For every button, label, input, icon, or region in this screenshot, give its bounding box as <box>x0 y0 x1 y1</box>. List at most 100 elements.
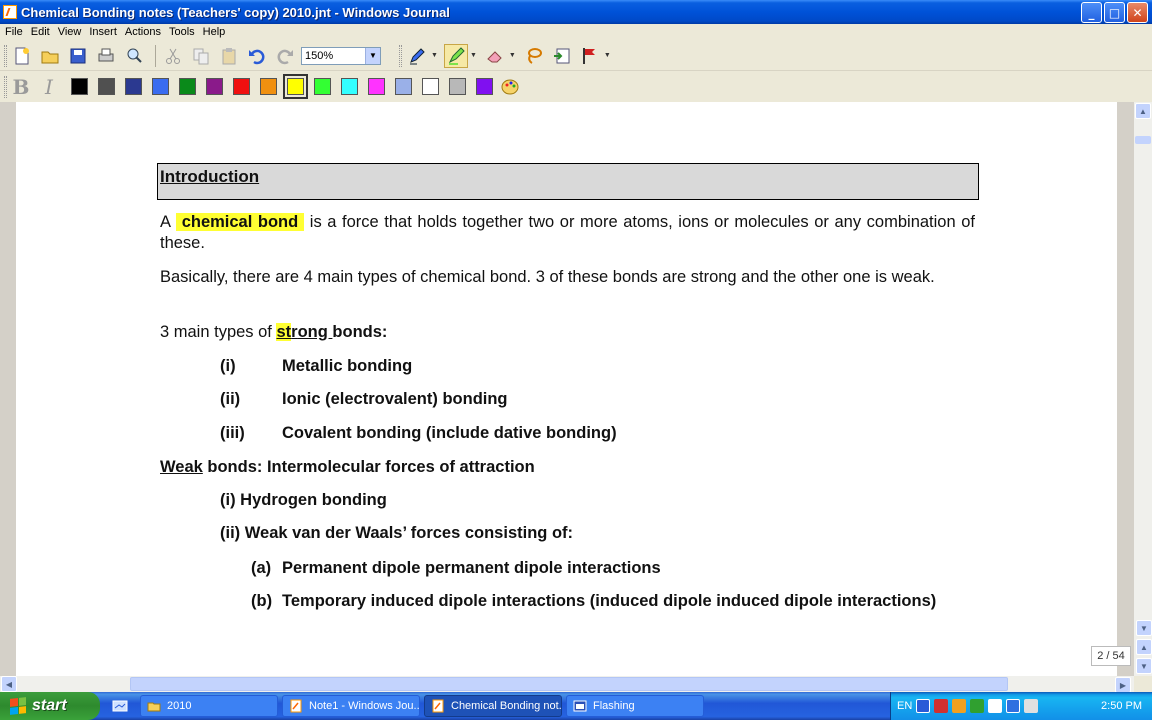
chevron-down-icon[interactable]: ▼ <box>365 47 380 64</box>
color-swatch-white[interactable] <box>422 78 439 95</box>
highlighter-icon <box>448 46 465 65</box>
toolbar-grip[interactable] <box>399 44 402 67</box>
close-button[interactable]: ✕ <box>1127 2 1148 23</box>
color-swatch-orange[interactable] <box>260 78 277 95</box>
toolbar-grip[interactable] <box>4 44 7 67</box>
network-icon[interactable] <box>916 699 931 713</box>
save-button[interactable] <box>66 44 90 68</box>
redo-button[interactable] <box>273 44 297 68</box>
menu-insert[interactable]: Insert <box>88 26 124 38</box>
maximize-button[interactable]: □ <box>1104 2 1125 23</box>
taskbar-item-flashing[interactable]: Flashing <box>566 695 704 717</box>
security-icon[interactable] <box>934 699 949 713</box>
cut-button[interactable] <box>161 44 185 68</box>
color-swatch-lime[interactable] <box>314 78 331 95</box>
list-item: (iii) <box>220 423 245 444</box>
menu-tools[interactable]: Tools <box>168 26 202 38</box>
flag-dropdown-icon[interactable]: ▼ <box>604 52 611 59</box>
print-button[interactable] <box>94 44 118 68</box>
italic-button[interactable]: I <box>38 75 60 99</box>
color-swatch-blue[interactable] <box>152 78 169 95</box>
p3-suffix: bonds: <box>332 323 388 341</box>
color-swatch-gray[interactable] <box>98 78 115 95</box>
scroll-left-icon[interactable]: ◀ <box>1 676 17 692</box>
undo-button[interactable] <box>245 44 269 68</box>
toolbar-grip[interactable] <box>4 75 7 98</box>
volume-icon[interactable] <box>1024 699 1039 713</box>
vertical-scroll-thumb[interactable] <box>1135 136 1151 144</box>
zoom-combobox[interactable]: 150% ▼ <box>301 46 381 65</box>
sub-list-number: (b) <box>251 592 273 610</box>
show-desktop-icon[interactable] <box>112 698 128 714</box>
color-swatch-violet[interactable] <box>476 78 493 95</box>
next-page-icon[interactable]: ▼ <box>1136 658 1152 674</box>
color-swatch-magenta[interactable] <box>368 78 385 95</box>
journal-app-icon[interactable] <box>3 5 17 19</box>
color-swatch-yellow-selected[interactable] <box>283 74 308 99</box>
color-swatch-purple[interactable] <box>206 78 223 95</box>
weak-bonds-heading: Weak bonds: Intermolecular forces of att… <box>160 457 535 478</box>
redo-arrow-icon <box>277 49 293 64</box>
custom-color-button[interactable] <box>498 75 522 99</box>
taskbar-item-chemical-bonding[interactable]: Chemical Bonding not... <box>424 695 562 717</box>
palette-icon <box>501 79 519 94</box>
bold-button[interactable]: B <box>10 75 32 99</box>
update-icon[interactable] <box>952 699 967 713</box>
eraser-button[interactable] <box>483 44 507 68</box>
start-button[interactable]: start <box>0 692 100 720</box>
copy-icon <box>193 48 209 64</box>
color-swatch-silver[interactable] <box>449 78 466 95</box>
highlighter-dropdown-icon[interactable]: ▼ <box>470 52 477 59</box>
taskbar-item-note1[interactable]: Note1 - Windows Jou... <box>282 695 420 717</box>
open-button[interactable] <box>38 44 62 68</box>
pen-button[interactable] <box>405 44 429 68</box>
sub-list-text: Permanent dipole permanent dipole intera… <box>282 559 661 577</box>
highlighter-button[interactable] <box>443 43 468 68</box>
taskbar-clock[interactable]: 2:50 PM <box>1101 700 1142 712</box>
menu-actions[interactable]: Actions <box>124 26 168 38</box>
color-swatch-cyan[interactable] <box>341 78 358 95</box>
horizontal-scrollbar[interactable]: ◀ ▶ <box>0 676 1134 693</box>
standard-toolbar: 150% ▼ ▼ ▼ ▼ ▼ <box>0 41 1152 71</box>
window-controls: _ □ ✕ <box>1081 2 1148 23</box>
color-swatch-red[interactable] <box>233 78 250 95</box>
new-note-button[interactable] <box>10 44 34 68</box>
vertical-scrollbar[interactable]: ▲ ▼ ▲ ▼ <box>1134 102 1152 676</box>
copy-button[interactable] <box>189 44 213 68</box>
task-label: Flashing <box>593 700 635 712</box>
taskbar: start 2010 Note1 - Windows Jou... Chemic… <box>0 692 1152 720</box>
list-item: (ii) <box>220 389 240 410</box>
menu-view[interactable]: View <box>57 26 89 38</box>
menu-file[interactable]: File <box>4 26 30 38</box>
scroll-right-icon[interactable]: ▶ <box>1115 677 1131 693</box>
scroll-up-icon[interactable]: ▲ <box>1135 103 1151 119</box>
horizontal-scroll-thumb[interactable] <box>130 677 1008 691</box>
menu-help[interactable]: Help <box>202 26 233 38</box>
color-swatch-green[interactable] <box>179 78 196 95</box>
flag-button[interactable] <box>578 44 602 68</box>
open-folder-icon <box>41 51 59 63</box>
lasso-select-button[interactable] <box>522 44 546 68</box>
windows-logo-icon <box>10 697 26 715</box>
insert-space-button[interactable] <box>550 44 574 68</box>
bluetooth-icon[interactable] <box>1006 699 1021 713</box>
title-bar[interactable]: Chemical Bonding notes (Teachers' copy) … <box>0 0 1152 24</box>
paste-button[interactable] <box>217 44 241 68</box>
folder-icon <box>147 702 161 712</box>
menu-edit[interactable]: Edit <box>30 26 57 38</box>
magnifier-icon <box>127 48 142 63</box>
language-indicator[interactable]: EN <box>897 700 912 712</box>
scroll-down-icon[interactable]: ▼ <box>1136 620 1152 636</box>
previous-page-icon[interactable]: ▲ <box>1136 639 1152 655</box>
pen-icon <box>410 47 425 64</box>
find-button[interactable] <box>122 44 146 68</box>
color-swatch-black[interactable] <box>71 78 88 95</box>
taskbar-item-folder[interactable]: 2010 <box>140 695 278 717</box>
antivirus-icon[interactable] <box>970 699 985 713</box>
eraser-dropdown-icon[interactable]: ▼ <box>509 52 516 59</box>
safely-remove-icon[interactable] <box>988 699 1003 713</box>
minimize-button[interactable]: _ <box>1081 2 1102 23</box>
color-swatch-lightblue[interactable] <box>395 78 412 95</box>
color-swatch-navy[interactable] <box>125 78 142 95</box>
pen-dropdown-icon[interactable]: ▼ <box>431 52 438 59</box>
